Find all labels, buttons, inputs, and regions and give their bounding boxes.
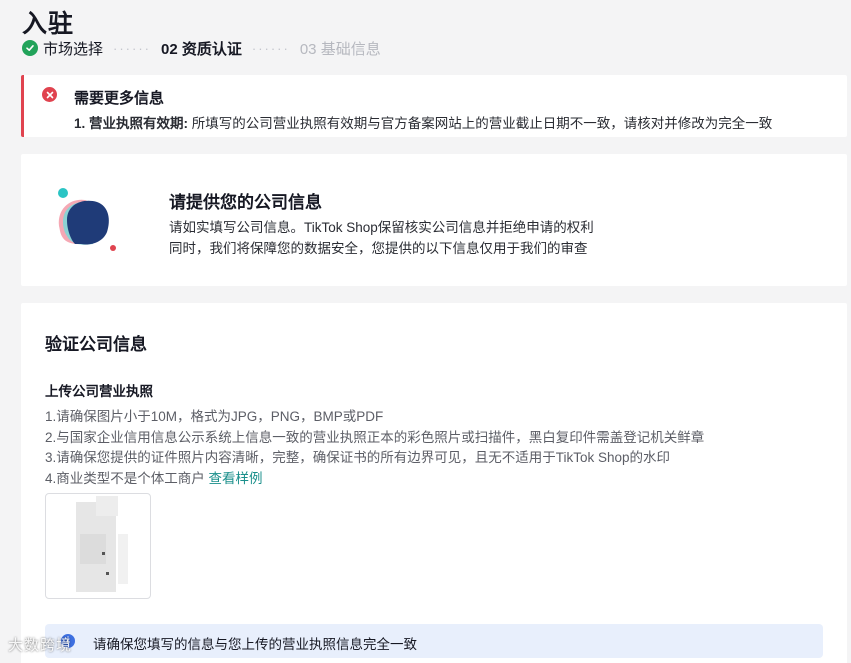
alert-message: 1. 营业执照有效期: 所填写的公司营业执照有效期与官方备案网站上的营业截止日期… (74, 112, 772, 132)
upload-rules: 1.请确保图片小于10M，格式为JPG，PNG，BMP或PDF 2.与国家企业信… (45, 407, 704, 489)
verify-company-card: 验证公司信息 上传公司营业执照 1.请确保图片小于10M，格式为JPG，PNG，… (21, 303, 847, 663)
step-basic-info: 03 基础信息 (299, 40, 381, 58)
watermark: 大数跨境 (8, 637, 73, 654)
info-card-text-1: 请如实填写公司信息。TikTok Shop保留核实公司信息并拒绝申请的权利 (169, 220, 594, 235)
profile-illustration-icon (58, 188, 116, 251)
upload-license-label: 上传公司营业执照 (45, 384, 153, 399)
uploaded-license-thumbnail[interactable] (45, 493, 151, 599)
view-sample-link[interactable]: 查看样例 (209, 471, 263, 486)
error-icon (42, 87, 57, 102)
rule-item: 4.商业类型不是个体工商户 查看样例 (45, 469, 704, 490)
check-circle-icon (22, 40, 38, 56)
rule-item: 2.与国家企业信用信息公示系统上信息一致的营业执照正本的彩色照片或扫描件，黑白复… (45, 429, 705, 445)
step-separator: ······ (113, 40, 151, 56)
notice-text: 请确保您填写的信息与您上传的营业执照信息完全一致 (93, 637, 417, 652)
step-separator: ······ (251, 40, 290, 56)
rule-4-text: 4.商业类型不是个体工商户 (45, 470, 209, 486)
info-card-title: 请提供您的公司信息 (169, 193, 322, 212)
alert-item-label: 1. 营业执照有效期: (74, 116, 189, 131)
verify-section-title: 验证公司信息 (45, 335, 147, 354)
stepper: 市场选择 ······ 02 资质认证 ······ 03 基础信息 (22, 38, 381, 58)
step-qualification: 02 资质认证 (161, 40, 242, 58)
company-info-card: 请提供您的公司信息 请如实填写公司信息。TikTok Shop保留核实公司信息并… (21, 154, 847, 286)
alert-title: 需要更多信息 (74, 90, 165, 107)
info-notice: i 请确保您填写的信息与您上传的营业执照信息完全一致 (45, 624, 823, 658)
error-alert: 需要更多信息 1. 营业执照有效期: 所填写的公司营业执照有效期与官方备案网站上… (21, 75, 847, 137)
rule-item: 1.请确保图片小于10M，格式为JPG，PNG，BMP或PDF (45, 409, 384, 424)
rule-item: 3.请确保您提供的证件照片内容清晰，完整，确保证书的所有边界可见，且无不适用于T… (45, 450, 671, 465)
alert-item-text: 所填写的公司营业执照有效期与官方备案网站上的营业截止日期不一致，请核对并修改为完… (188, 116, 773, 131)
step-market-selection[interactable]: 市场选择 (43, 38, 103, 59)
info-card-text-2: 同时，我们将保障您的数据安全，您提供的以下信息仅用于我们的审查 (169, 241, 588, 256)
page-title: 入驻 (22, 10, 75, 38)
